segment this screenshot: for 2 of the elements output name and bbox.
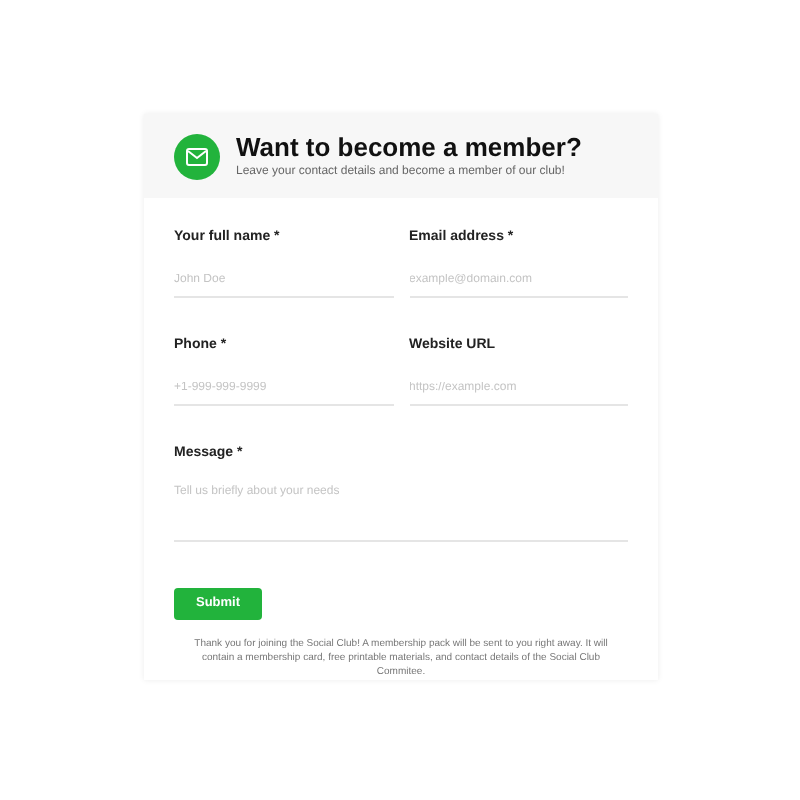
form-title: Want to become a member? [236, 134, 582, 160]
envelope-icon [174, 133, 220, 179]
